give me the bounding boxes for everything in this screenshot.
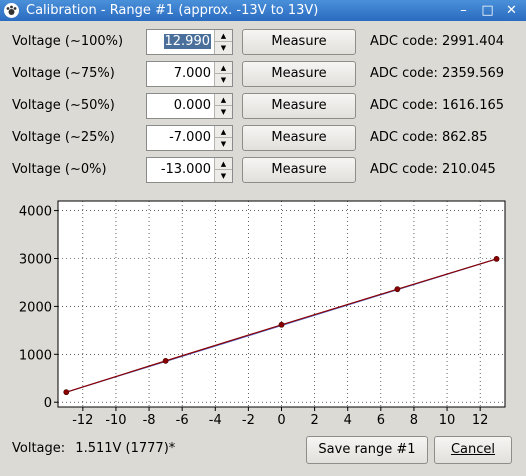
- x-tick-label: 10: [439, 413, 456, 428]
- x-tick-label: 0: [277, 413, 285, 428]
- calibration-point: [394, 286, 401, 293]
- status-value: 1.511V (1777)*: [75, 441, 176, 456]
- y-tick-label: 1000: [19, 348, 52, 363]
- status-line: Voltage: 1.511V (1777)*: [12, 441, 175, 456]
- calibration-point: [493, 256, 500, 262]
- calibration-point: [278, 321, 285, 328]
- plot-area: [57, 200, 506, 408]
- x-tick-label: 4: [344, 413, 352, 428]
- cancel-button[interactable]: Cancel: [434, 436, 512, 464]
- x-tick-label: -12: [72, 413, 93, 428]
- x-tick-label: 12: [472, 413, 489, 428]
- x-tick-label: 8: [410, 413, 418, 428]
- x-tick-label: -6: [176, 413, 189, 428]
- x-tick-label: 6: [377, 413, 385, 428]
- x-tick-label: -10: [105, 413, 126, 428]
- calibration-point: [162, 357, 169, 364]
- save-range-button[interactable]: Save range #1: [306, 436, 428, 464]
- x-tick-label: 2: [310, 413, 318, 428]
- status-label: Voltage:: [12, 441, 66, 456]
- calibration-point: [63, 389, 70, 396]
- x-tick-label: -8: [143, 413, 156, 428]
- y-tick-label: 4000: [19, 205, 52, 220]
- calibration-plot: -12 -10 -8 -6 -4 -2 0 2 4 6 8 10 12 0 1000 2000 3000 4000: [19, 200, 506, 428]
- y-tick-label: 2000: [19, 300, 52, 315]
- x-tick-label: -4: [209, 413, 222, 428]
- y-tick-label: 3000: [19, 252, 52, 267]
- y-tick-label: 0: [44, 396, 52, 411]
- x-tick-label: -2: [242, 413, 255, 428]
